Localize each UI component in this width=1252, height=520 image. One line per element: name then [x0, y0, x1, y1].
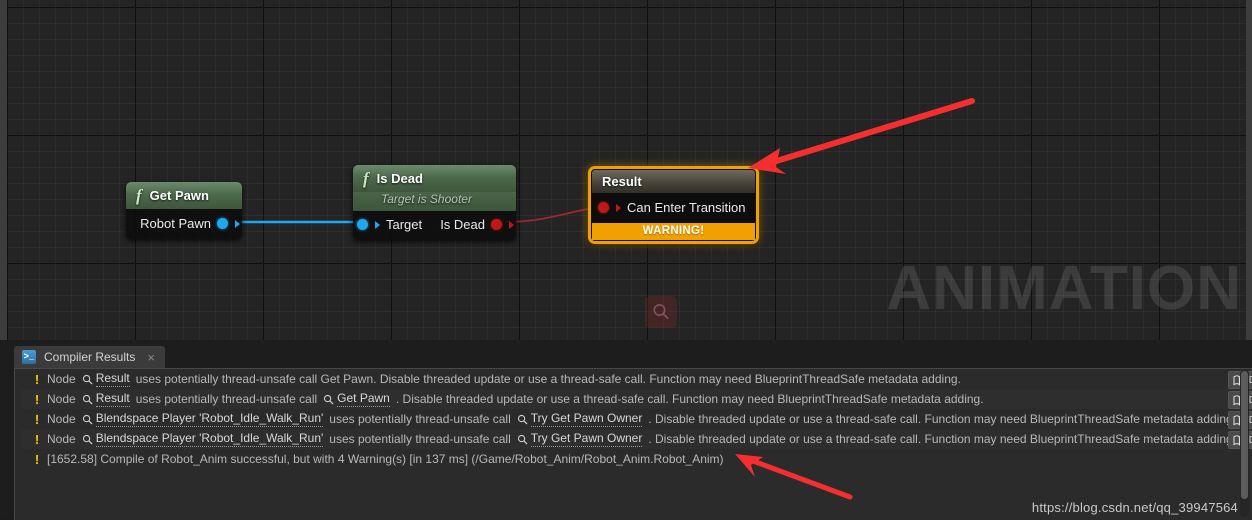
link-label: Try Get Pawn Owner — [530, 431, 643, 447]
close-icon[interactable]: × — [147, 351, 155, 364]
compiler-message-list[interactable]: ! Node Result uses potentially thread-unsaf… — [14, 368, 1252, 520]
message-segment: uses potentially thread-unsafe call — [329, 432, 511, 446]
link-label: Blendspace Player 'Robot_Idle_Walk_Run' — [95, 411, 324, 427]
message-segment: . Disable threaded update or use a threa… — [648, 432, 1237, 446]
message-segment: uses potentially thread-unsafe call Get … — [135, 372, 961, 386]
message-list-left-gutter — [15, 369, 20, 520]
search-icon — [82, 374, 93, 384]
console-icon: >_ — [22, 350, 36, 364]
search-icon — [82, 434, 93, 444]
node-get-pawn-body: Robot Pawn — [126, 209, 242, 239]
panel-tab-strip: >_ Compiler Results × — [0, 340, 1252, 368]
blueprint-graph-canvas[interactable]: ANIMATION f Get Pawn Robot Pawn f Is Dea… — [0, 0, 1252, 340]
message-segment: uses potentially thread-unsafe call — [329, 412, 511, 426]
node-is-dead-header: f Is Dead — [353, 165, 516, 192]
compiler-message-row[interactable]: ! Node Blendspace Player 'Robot_Idle_Walk_… — [21, 409, 1252, 429]
node-result-body: Can Enter Transition — [592, 193, 755, 223]
compiler-message-link[interactable]: Result — [82, 391, 130, 407]
compiler-message-row[interactable]: ! Node Result uses potentially thread-unsaf… — [21, 389, 1252, 409]
warning-icon: ! — [34, 451, 40, 467]
compiler-message-row[interactable]: ! Node Result uses potentially thread-unsaf… — [21, 369, 1252, 389]
message-segment: . Disable threaded update or use a threa… — [648, 412, 1237, 426]
pin-arrow-icon — [375, 220, 380, 229]
search-icon — [324, 394, 334, 404]
compiler-message-link[interactable]: Blendspace Player 'Robot_Idle_Walk_Run' — [82, 411, 324, 427]
node-is-dead-subtitle: Target is Shooter — [353, 192, 516, 211]
node-is-dead-body: Target Is Dead — [353, 211, 516, 240]
pin-label-is-dead: Is Dead — [440, 217, 485, 232]
node-is-dead-title: Is Dead — [376, 171, 423, 186]
tab-compiler-results-label: Compiler Results — [44, 350, 136, 364]
input-pin-target[interactable] — [357, 219, 368, 230]
node-get-pawn-title: Get Pawn — [149, 188, 209, 203]
pin-label-target: Target — [386, 217, 423, 232]
unreal-blueprint-editor: ANIMATION f Get Pawn Robot Pawn f Is Dea… — [0, 0, 1252, 520]
pin-label-can-enter-transition: Can Enter Transition — [627, 200, 746, 215]
message-rows: ! Node Result uses potentially thread-unsaf… — [21, 369, 1252, 469]
link-label: Result — [95, 371, 130, 387]
compiler-message-text: Node Blendspace Player 'Robot_Idle_Walk_R… — [44, 411, 1239, 427]
warning-icon: ! — [34, 391, 40, 407]
output-pin-robot-pawn[interactable] — [217, 218, 228, 229]
search-icon — [82, 414, 93, 424]
message-segment: Node — [47, 372, 76, 386]
node-get-pawn-header: f Get Pawn — [126, 182, 242, 209]
compiler-message-text: [1652.58] Compile of Robot_Anim successf… — [44, 452, 727, 466]
function-icon: f — [363, 169, 369, 188]
message-segment: uses potentially thread-unsafe call — [135, 392, 318, 406]
output-pin-is-dead[interactable] — [491, 219, 502, 230]
link-label: Get Pawn — [337, 391, 390, 407]
node-get-pawn[interactable]: f Get Pawn Robot Pawn — [126, 182, 242, 239]
pin-arrow-icon — [235, 219, 240, 228]
node-result-warning-badge: WARNING! — [592, 223, 755, 240]
warning-icon: ! — [34, 431, 40, 447]
input-pin-can-enter-transition[interactable] — [598, 202, 609, 213]
node-result-title: Result — [592, 170, 755, 193]
function-icon: f — [136, 186, 142, 205]
compiler-message-row[interactable]: ! [1652.58] Compile of Robot_Anim success… — [21, 449, 1252, 469]
message-segment: Node — [47, 392, 76, 406]
warning-icon: ! — [34, 371, 40, 387]
search-icon — [517, 434, 528, 444]
compiler-message-text: Node Result uses potentially thread-unsafe… — [44, 391, 987, 407]
panel-vertical-scrollbar[interactable] — [1240, 370, 1249, 517]
compiler-message-link[interactable]: Result — [82, 371, 130, 387]
compiler-message-row[interactable]: ! Node Blendspace Player 'Robot_Idle_Walk_… — [21, 429, 1252, 449]
compiler-message-link[interactable]: Try Get Pawn Owner — [517, 411, 643, 427]
search-icon — [517, 414, 528, 424]
pin-label-robot-pawn: Robot Pawn — [140, 216, 211, 231]
tab-compiler-results[interactable]: >_ Compiler Results × — [14, 346, 165, 368]
node-is-dead[interactable]: f Is Dead Target is Shooter Target Is De… — [353, 165, 516, 240]
link-label: Result — [95, 391, 130, 407]
message-segment: . Disable threaded update or use a threa… — [395, 392, 984, 406]
blog-url-credit: https://blog.csdn.net/qq_39947564 — [1031, 500, 1238, 515]
compiler-message-link[interactable]: Get Pawn — [323, 391, 390, 407]
message-segment: Node — [47, 432, 76, 446]
link-label: Blendspace Player 'Robot_Idle_Walk_Run' — [95, 431, 324, 447]
compiler-message-text: Node Blendspace Player 'Robot_Idle_Walk_R… — [44, 431, 1239, 447]
message-segment: Node — [47, 412, 76, 426]
compiler-message-link[interactable]: Try Get Pawn Owner — [517, 431, 643, 447]
pin-arrow-icon — [509, 220, 514, 229]
compiler-message-link[interactable]: Blendspace Player 'Robot_Idle_Walk_Run' — [82, 431, 324, 447]
search-icon — [82, 394, 93, 404]
link-label: Try Get Pawn Owner — [530, 411, 643, 427]
node-result[interactable]: Result Can Enter Transition WARNING! — [588, 166, 759, 244]
message-segment: [1652.58] Compile of Robot_Anim successf… — [47, 452, 724, 466]
warning-icon: ! — [34, 411, 40, 427]
scrollbar-thumb[interactable] — [1241, 371, 1248, 499]
pin-arrow-icon — [616, 203, 621, 212]
compiler-message-text: Node Result uses potentially thread-unsafe… — [44, 371, 964, 387]
compiler-results-panel: >_ Compiler Results × ! Node Result uses po… — [0, 340, 1252, 520]
